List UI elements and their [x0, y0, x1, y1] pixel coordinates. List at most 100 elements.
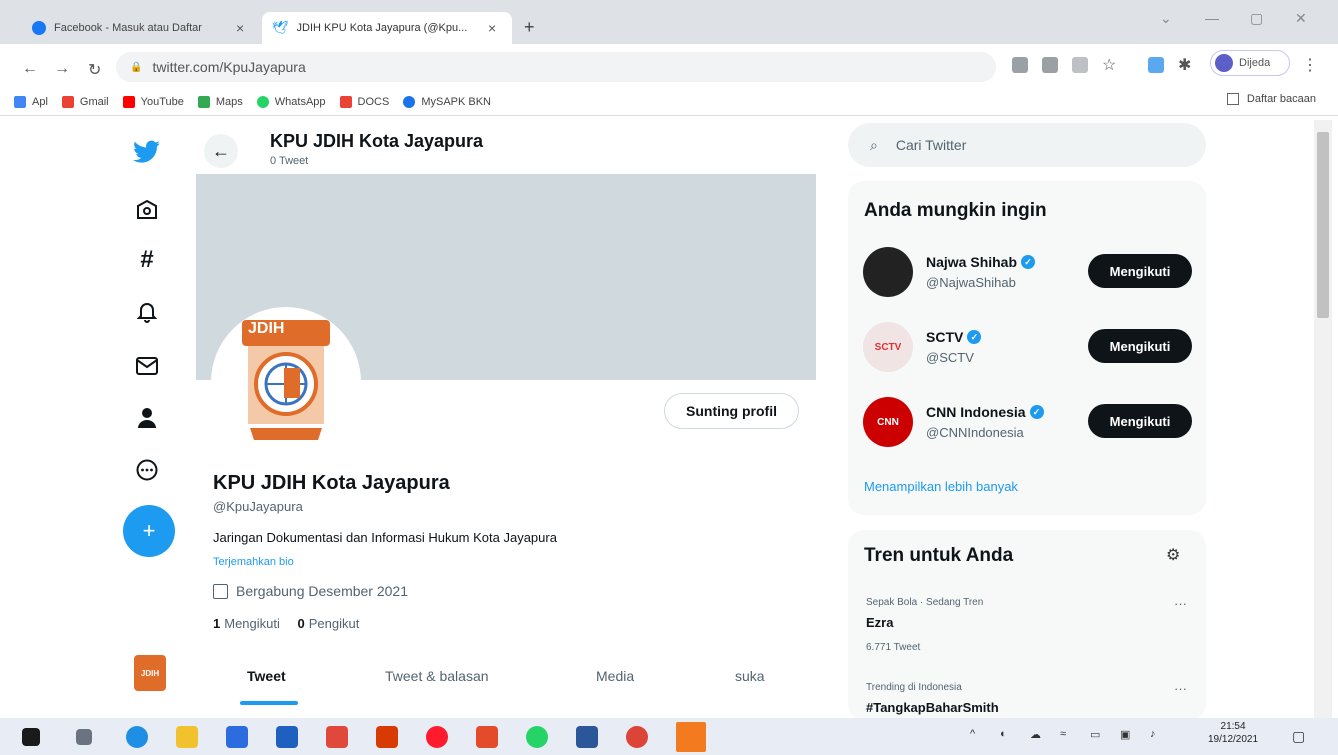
edge-browser-icon[interactable]	[126, 726, 148, 748]
volume-icon[interactable]: ♪	[1150, 728, 1156, 740]
back-button[interactable]: ←	[204, 134, 238, 168]
store-icon[interactable]	[226, 726, 248, 748]
bookmark-docs[interactable]: DOCS	[339, 95, 390, 108]
following-link[interactable]: 1 Mengikuti	[213, 616, 280, 631]
twitter-logo-icon[interactable]	[133, 138, 161, 166]
bookmark-star-icon[interactable]: ☆	[1102, 55, 1116, 75]
wps-icon[interactable]	[476, 726, 498, 748]
tray-icon[interactable]: ≈	[1060, 728, 1066, 740]
apps-grid-icon	[14, 95, 26, 108]
suggested-user-handle: @NajwaShihab	[926, 275, 1016, 290]
notifications-icon[interactable]: ▢	[1292, 728, 1305, 745]
display-icon[interactable]: ▣	[1120, 728, 1130, 741]
following-button[interactable]: Mengikuti	[1088, 254, 1192, 288]
profile-person-icon[interactable]	[133, 404, 161, 432]
account-avatar[interactable]: JDIH	[134, 655, 166, 691]
notifications-bell-icon[interactable]	[133, 298, 161, 326]
join-date: Bergabung Desember 2021	[213, 583, 408, 599]
more-options-icon[interactable]: ···	[1174, 681, 1187, 696]
file-explorer-icon[interactable]	[176, 726, 198, 748]
tab-tweet[interactable]: Tweet	[247, 668, 286, 684]
bookmark-whatsapp[interactable]: WhatsApp	[256, 95, 326, 108]
extension-icon[interactable]	[1148, 57, 1164, 73]
profile-button[interactable]: Dijeda	[1210, 50, 1290, 76]
following-button[interactable]: Mengikuti	[1088, 404, 1192, 438]
avatar[interactable]: CNN	[863, 397, 913, 447]
chevron-up-icon[interactable]: ^	[970, 728, 975, 740]
reading-list-label: Daftar bacaan	[1246, 93, 1316, 105]
reload-icon[interactable]: ↻	[88, 60, 101, 80]
translate-bio-link[interactable]: Terjemahkan bio	[213, 556, 294, 568]
tab-search-icon[interactable]: ⌄	[1160, 10, 1172, 27]
suggested-user-name[interactable]: CNN Indonesia ✓	[926, 404, 1044, 420]
bookmark-gmail[interactable]: Gmail	[61, 95, 109, 108]
followers-link[interactable]: 0 Pengikut	[298, 616, 360, 631]
onedrive-icon[interactable]: ☁	[1030, 728, 1041, 741]
avatar[interactable]	[863, 247, 913, 297]
tab-facebook[interactable]: Facebook - Masuk atau Daftar ×	[22, 12, 260, 44]
forward-nav-icon[interactable]: →	[54, 60, 70, 78]
maximize-button[interactable]: ▢	[1250, 10, 1263, 27]
app-icon[interactable]	[276, 726, 298, 748]
tab-media[interactable]: Media	[596, 668, 634, 684]
active-app-icon[interactable]	[676, 722, 706, 752]
office-icon[interactable]	[376, 726, 398, 748]
show-more-link[interactable]: Menampilkan lebih banyak	[864, 479, 1018, 494]
bookmark-apl[interactable]: Apl	[14, 95, 48, 108]
more-circle-icon[interactable]	[133, 456, 161, 484]
suggested-user-name[interactable]: SCTV ✓	[926, 329, 982, 345]
clock[interactable]: 21:54 19/12/2021	[1208, 720, 1258, 746]
close-tab-icon[interactable]: ×	[236, 20, 250, 36]
url-text: twitter.com/KpuJayapura	[152, 59, 306, 75]
avatar[interactable]: SCTV	[863, 322, 913, 372]
tab-title: Facebook - Masuk atau Daftar	[54, 22, 202, 34]
search-input[interactable]: ⌕ Cari Twitter	[848, 123, 1206, 167]
share-icon[interactable]	[1072, 57, 1088, 73]
hashtag-icon[interactable]: #	[133, 246, 161, 274]
extension-icon[interactable]	[1012, 57, 1028, 73]
trend-name[interactable]: Ezra	[866, 615, 893, 630]
scrollbar-thumb[interactable]	[1317, 132, 1329, 318]
mcafee-icon[interactable]	[326, 726, 348, 748]
chrome-icon[interactable]	[626, 726, 648, 748]
bookmark-label: WhatsApp	[274, 95, 326, 108]
compose-tweet-button[interactable]: +	[123, 505, 175, 557]
more-options-icon[interactable]: ···	[1174, 596, 1187, 611]
following-button[interactable]: Mengikuti	[1088, 329, 1192, 363]
extensions-puzzle-icon[interactable]: ✱	[1178, 55, 1191, 75]
menu-kebab-icon[interactable]: ⋮	[1302, 55, 1318, 75]
translate-icon[interactable]	[1042, 57, 1058, 73]
explore-home-icon[interactable]	[133, 196, 161, 224]
windows-start-icon[interactable]	[22, 728, 40, 746]
minimize-button[interactable]: —	[1205, 10, 1219, 26]
clock-time: 21:54	[1220, 721, 1246, 732]
tab-tweet-replies[interactable]: Tweet & balasan	[385, 668, 489, 684]
edit-profile-button[interactable]: Sunting profil	[664, 393, 799, 429]
gear-icon[interactable]: ⚙	[1166, 545, 1180, 565]
back-nav-icon[interactable]: ←	[22, 60, 38, 78]
reading-list-button[interactable]: Daftar bacaan	[1226, 93, 1316, 105]
who-to-follow-title: Anda mungkin ingin	[864, 200, 1047, 221]
profile-avatar[interactable]	[211, 307, 361, 457]
task-view-icon[interactable]	[76, 729, 92, 745]
bookmark-mysapk[interactable]: MySAPK BKN	[403, 95, 491, 108]
bookmark-youtube[interactable]: YouTube	[122, 95, 184, 108]
facebook-icon	[32, 21, 46, 35]
tab-likes[interactable]: suka	[735, 668, 765, 684]
bookmark-maps[interactable]: Maps	[197, 95, 243, 108]
suggested-user-name[interactable]: Najwa Shihab ✓	[926, 254, 1036, 270]
network-icon[interactable]: ▭	[1090, 728, 1100, 741]
word-icon[interactable]	[576, 726, 598, 748]
close-window-button[interactable]: ✕	[1295, 10, 1307, 27]
tray-icon[interactable]: ◐	[1000, 728, 1007, 740]
bookmark-label: DOCS	[357, 95, 390, 108]
tab-twitter[interactable]: 🕊 JDIH KPU Kota Jayapura (@Kpu... ×	[262, 12, 512, 44]
close-tab-icon[interactable]: ×	[488, 20, 502, 36]
messages-mail-icon[interactable]	[133, 352, 161, 380]
trend-name[interactable]: #TangkapBaharSmith	[866, 700, 999, 715]
opera-icon[interactable]	[426, 726, 448, 748]
whatsapp-icon[interactable]	[526, 726, 548, 748]
new-tab-button[interactable]: +	[524, 17, 535, 38]
profile-label: Dijeda	[1239, 57, 1271, 69]
address-bar[interactable]: 🔒 twitter.com/KpuJayapura	[116, 52, 996, 82]
